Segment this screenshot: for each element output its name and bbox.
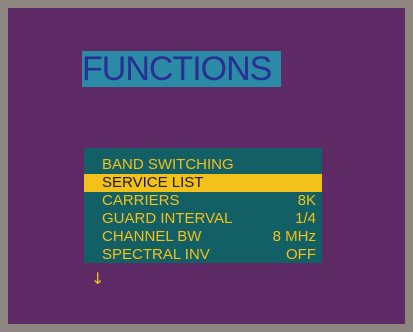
functions-menu: BAND SWITCHING SERVICE LIST CARRIERS 8K … [84,148,322,263]
menu-item-service-list[interactable]: SERVICE LIST [84,174,322,192]
menu-item-value: 1/4 [295,210,316,227]
menu-item-label: SERVICE LIST [102,174,204,191]
menu-item-label: CHANNEL BW [102,228,202,245]
menu-item-value: OFF [286,246,316,263]
menu-item-label: CARRIERS [102,192,180,209]
menu-item-band-switching[interactable]: BAND SWITCHING [84,156,322,174]
menu-item-carriers[interactable]: CARRIERS 8K [84,192,322,210]
menu-item-spectral-inv[interactable]: SPECTRAL INV OFF [84,246,322,264]
menu-item-label: GUARD INTERVAL [102,210,233,227]
page-title: FUNCTIONS [82,51,281,87]
menu-item-value: 8K [297,192,316,209]
menu-item-channel-bw[interactable]: CHANNEL BW 8 MHz [84,228,322,246]
menu-item-label: SPECTRAL INV [102,246,210,263]
arrow-down-icon: ↓ [91,269,105,288]
menu-item-label: BAND SWITCHING [102,156,234,173]
menu-item-value: 8 MHz [272,228,316,245]
menu-item-guard-interval[interactable]: GUARD INTERVAL 1/4 [84,210,322,228]
osd-screen: FUNCTIONS BAND SWITCHING SERVICE LIST CA… [8,8,405,324]
